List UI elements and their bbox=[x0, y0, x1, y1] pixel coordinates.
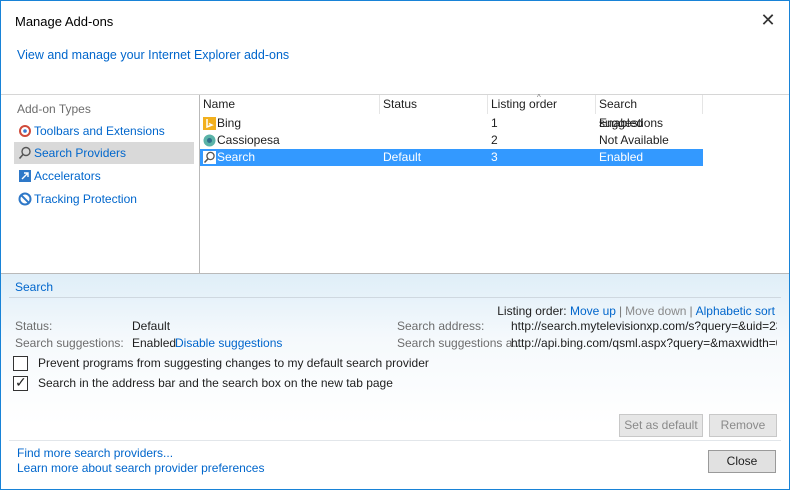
table-row[interactable]: Bing 1 Enabled bbox=[200, 115, 703, 132]
column-header-status[interactable]: Status bbox=[380, 95, 488, 114]
header-description: View and manage your Internet Explorer a… bbox=[17, 48, 290, 62]
search-address-value: http://search.mytelevisionxp.com/s?query… bbox=[511, 319, 777, 333]
sort-caret-icon: ^ bbox=[537, 93, 541, 102]
table-row[interactable]: Search Default 3 Enabled bbox=[200, 149, 703, 166]
sidebar-item-search-providers[interactable]: Search Providers bbox=[14, 142, 194, 164]
search-suggestions-label: Search suggestions: bbox=[15, 336, 124, 350]
column-header-search-suggestions[interactable]: Search suggestions bbox=[596, 95, 703, 130]
sidebar-item-accelerators[interactable]: Accelerators bbox=[14, 165, 194, 187]
disable-suggestions-link[interactable]: Disable suggestions bbox=[175, 336, 282, 350]
move-up-link[interactable]: Move up bbox=[570, 304, 616, 318]
listing-order-label: Listing order: bbox=[497, 304, 567, 318]
sidebar-item-tracking-protection[interactable]: Tracking Protection bbox=[14, 188, 194, 210]
row-name: Cassiopesa bbox=[217, 133, 280, 147]
listing-order-controls: Listing order: Move up | Move down | Alphabe… bbox=[497, 304, 775, 318]
prevent-changes-label: Prevent programs from suggesting changes… bbox=[38, 356, 429, 370]
details-title: Search bbox=[15, 280, 54, 294]
footer-divider bbox=[9, 440, 781, 441]
gear-icon bbox=[19, 125, 31, 137]
details-panel: Search Listing order: Move up | Move down |… bbox=[1, 273, 789, 489]
block-icon bbox=[18, 192, 32, 206]
list-header: Name Status Listing order ^ Search sugge… bbox=[200, 93, 789, 130]
row-order: 2 bbox=[491, 133, 498, 147]
accelerator-icon bbox=[19, 170, 31, 182]
row-suggestions: Enabled bbox=[599, 150, 644, 164]
close-window-icon[interactable]: ✕ bbox=[757, 9, 779, 31]
search-suggestions-address-label: Search suggestions a... bbox=[397, 336, 523, 350]
learn-more-link[interactable]: Learn more about search provider prefere… bbox=[17, 461, 264, 475]
window-title: Manage Add-ons bbox=[15, 14, 114, 29]
checkmark-icon: ✓ bbox=[15, 373, 27, 390]
alphabetic-sort-link[interactable]: Alphabetic sort bbox=[696, 304, 775, 318]
table-row[interactable]: Cassiopesa 2 Not Available bbox=[200, 132, 703, 149]
details-divider bbox=[9, 297, 781, 298]
search-providers-list: Name Status Listing order ^ Search sugge… bbox=[200, 93, 789, 273]
sidebar-item-label: Search Providers bbox=[34, 146, 127, 160]
move-down-link: Move down bbox=[625, 304, 687, 318]
address-bar-search-checkbox[interactable]: ✓ bbox=[13, 373, 28, 391]
status-label: Status: bbox=[15, 319, 53, 333]
row-status: Default bbox=[383, 150, 422, 164]
manage-addons-window: Manage Add-ons ✕ View and manage your In… bbox=[0, 0, 790, 490]
search-suggestions-address-value: http://api.bing.com/qsml.aspx?query=&max… bbox=[511, 336, 777, 350]
close-button[interactable]: Close bbox=[708, 450, 776, 473]
bing-icon bbox=[203, 117, 216, 130]
search-icon bbox=[18, 146, 31, 160]
prevent-changes-checkbox[interactable] bbox=[13, 355, 28, 371]
row-suggestions: Not Available bbox=[599, 133, 669, 147]
status-value: Default bbox=[132, 319, 171, 333]
globe-icon bbox=[203, 134, 216, 147]
row-order: 3 bbox=[491, 150, 498, 164]
sidebar-item-toolbars-extensions[interactable]: Toolbars and Extensions bbox=[14, 120, 194, 142]
column-header-name[interactable]: Name bbox=[200, 95, 380, 114]
title-bar: Manage Add-ons ✕ bbox=[1, 1, 789, 41]
remove-button[interactable]: Remove bbox=[709, 414, 777, 437]
sidebar-item-label: Tracking Protection bbox=[34, 192, 137, 206]
row-name: Bing bbox=[217, 116, 242, 130]
column-header-listing-order[interactable]: Listing order bbox=[488, 95, 596, 114]
addon-types-sidebar: Add-on Types Toolbars and Extensions Sea… bbox=[11, 95, 199, 273]
row-suggestions: Enabled bbox=[599, 116, 644, 130]
row-name: Search bbox=[217, 150, 256, 164]
sidebar-heading: Add-on Types bbox=[17, 102, 91, 116]
row-order: 1 bbox=[491, 116, 498, 130]
sidebar-item-label: Toolbars and Extensions bbox=[34, 124, 165, 138]
find-more-providers-link[interactable]: Find more search providers... bbox=[17, 446, 173, 460]
search-suggestions-value: Enabled bbox=[132, 336, 177, 350]
address-bar-search-option[interactable]: ✓ Search in the address bar and the sear… bbox=[13, 373, 393, 391]
search-icon bbox=[203, 151, 216, 164]
address-bar-search-label: Search in the address bar and the search… bbox=[38, 376, 393, 390]
search-address-label: Search address: bbox=[397, 319, 485, 333]
set-as-default-button[interactable]: Set as default bbox=[619, 414, 703, 437]
prevent-changes-option[interactable]: Prevent programs from suggesting changes… bbox=[13, 355, 429, 371]
sidebar-item-label: Accelerators bbox=[34, 169, 101, 183]
